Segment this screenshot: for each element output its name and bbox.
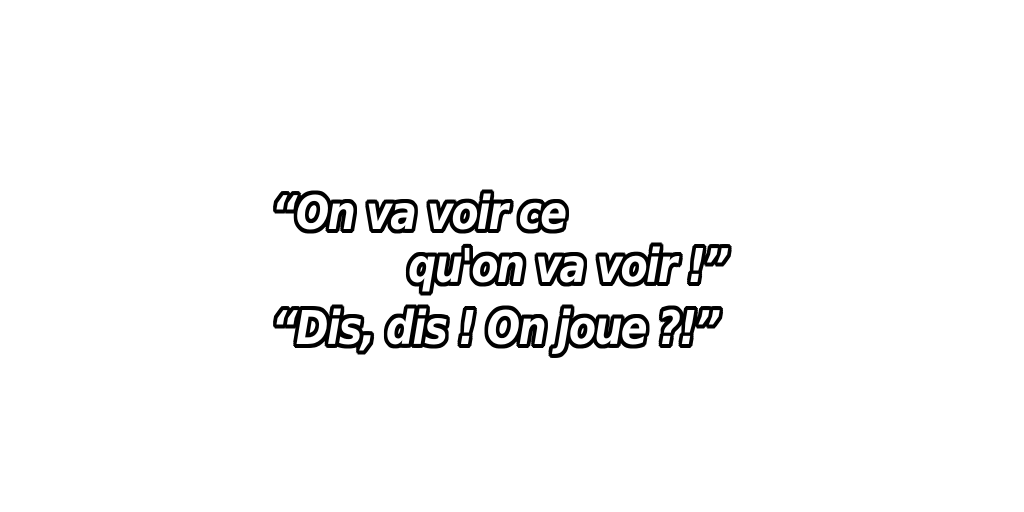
quote-canvas: “On va voir ce qu'on va voir !” “Dis, di… (0, 0, 1024, 512)
quote-line-3: “Dis, dis ! On joue ?!” (272, 301, 721, 355)
quote-line-1: “On va voir ce (272, 186, 567, 240)
quote-line-2: qu'on va voir !” (408, 239, 729, 293)
